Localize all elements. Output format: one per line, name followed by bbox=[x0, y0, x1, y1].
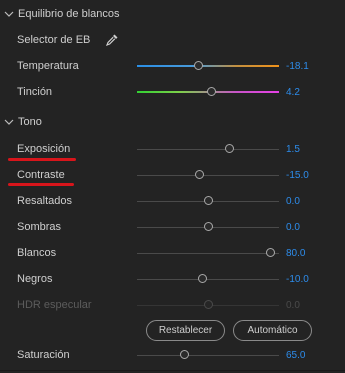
blacks-slider-track[interactable] bbox=[137, 279, 279, 280]
hdr_specular-value: 0.0 bbox=[286, 300, 300, 311]
tone-header[interactable]: Tono bbox=[0, 114, 42, 130]
chevron-down-icon[interactable] bbox=[2, 7, 16, 21]
highlights-value[interactable]: 0.0 bbox=[286, 196, 300, 207]
saturation-label: Saturación bbox=[17, 349, 70, 361]
blacks-slider-thumb[interactable] bbox=[198, 274, 208, 283]
saturation-slider-thumb[interactable] bbox=[179, 350, 189, 359]
blacks-value[interactable]: -10.0 bbox=[286, 274, 309, 285]
saturation-value[interactable]: 65.0 bbox=[286, 350, 305, 361]
contrast-label: Contraste bbox=[17, 169, 65, 181]
white-balance-title: Equilibrio de blancos bbox=[18, 8, 120, 20]
chevron-down-icon[interactable] bbox=[2, 115, 16, 129]
whites-label: Blancos bbox=[17, 247, 57, 259]
contrast-slider-track[interactable] bbox=[137, 175, 279, 176]
highlights-row: Resaltados 0.0 bbox=[0, 192, 345, 212]
annotation-underline-contrast bbox=[8, 183, 74, 186]
tint-slider-thumb[interactable] bbox=[206, 87, 216, 96]
temperature-value[interactable]: -18.1 bbox=[286, 61, 309, 72]
blacks-label: Negros bbox=[17, 273, 53, 285]
tint-label: Tinción bbox=[17, 86, 53, 98]
whites-slider-track[interactable] bbox=[137, 253, 279, 254]
hdr_specular-label: HDR especular bbox=[17, 299, 92, 311]
highlights-label: Resaltados bbox=[17, 195, 73, 207]
temperature-slider-thumb[interactable] bbox=[194, 61, 204, 70]
tone-title: Tono bbox=[18, 116, 42, 128]
white-balance-header[interactable]: Equilibrio de blancos bbox=[0, 6, 120, 22]
panel-divider bbox=[0, 370, 345, 371]
tint-row: Tinción 4.2 bbox=[0, 83, 345, 103]
exposure-slider-track[interactable] bbox=[137, 149, 279, 150]
whites-row: Blancos 80.0 bbox=[0, 244, 345, 264]
annotation-underline-exposure bbox=[8, 158, 76, 161]
auto-button[interactable]: Automático bbox=[233, 320, 312, 341]
shadows-row: Sombras 0.0 bbox=[0, 218, 345, 238]
wb-picker-row: Selector de EB bbox=[0, 31, 345, 51]
blacks-row: Negros -10.0 bbox=[0, 270, 345, 290]
contrast-slider-thumb[interactable] bbox=[195, 170, 205, 179]
tint-value[interactable]: 4.2 bbox=[286, 87, 300, 98]
contrast-value[interactable]: -15.0 bbox=[286, 170, 309, 181]
shadows-label: Sombras bbox=[17, 221, 62, 233]
highlights-slider-thumb[interactable] bbox=[204, 196, 213, 205]
hdr_specular-row: HDR especular 0.0 bbox=[0, 296, 345, 316]
exposure-row: Exposición 1.5 bbox=[0, 140, 345, 160]
saturation-slider-track[interactable] bbox=[137, 355, 279, 356]
wb-picker-label: Selector de EB bbox=[17, 34, 91, 46]
exposure-value[interactable]: 1.5 bbox=[286, 144, 300, 155]
whites-value[interactable]: 80.0 bbox=[286, 248, 305, 259]
exposure-slider-thumb[interactable] bbox=[225, 144, 235, 153]
temperature-label: Temperatura bbox=[17, 60, 79, 72]
reset-button[interactable]: Restablecer bbox=[146, 320, 225, 341]
temperature-row: Temperatura -18.1 bbox=[0, 57, 345, 77]
exposure-label: Exposición bbox=[17, 143, 71, 155]
shadows-value[interactable]: 0.0 bbox=[286, 222, 300, 233]
lumetri-basic-correction-panel: Equilibrio de blancos Selector de EB Tem… bbox=[0, 0, 345, 373]
temperature-slider-track[interactable] bbox=[137, 65, 279, 67]
whites-slider-thumb[interactable] bbox=[266, 248, 276, 257]
saturation-row: Saturación 65.0 bbox=[0, 346, 345, 366]
eyedropper-icon[interactable] bbox=[105, 33, 119, 47]
shadows-slider-thumb[interactable] bbox=[204, 222, 213, 231]
hdr_specular-slider-thumb bbox=[204, 300, 213, 309]
